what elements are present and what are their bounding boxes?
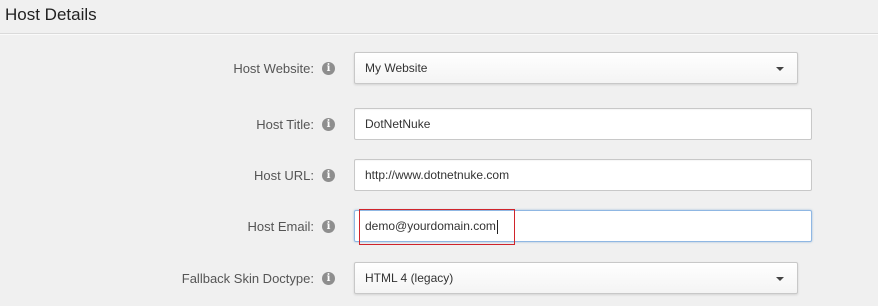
host-title-input[interactable]: DotNetNuke (354, 108, 812, 140)
host-website-value: My Website (365, 61, 428, 75)
host-website-row: Host Website: i My Website (0, 52, 878, 88)
host-email-input[interactable]: demo@yourdomain.com (354, 209, 812, 245)
host-url-value: http://www.dotnetnuke.com (365, 168, 510, 182)
host-title-row: Host Title: i DotNetNuke (0, 108, 878, 144)
info-icon[interactable]: i (322, 169, 335, 182)
section-title: Host Details (5, 5, 97, 24)
fallback-skin-doctype-value: HTML 4 (legacy) (365, 271, 454, 285)
text-cursor (496, 219, 498, 234)
host-title-value: DotNetNuke (365, 117, 431, 131)
host-url-input[interactable]: http://www.dotnetnuke.com (354, 159, 812, 191)
fallback-skin-doctype-row: Fallback Skin Doctype: i HTML 4 (legacy) (0, 262, 878, 298)
host-email-label: Host Email: (247, 219, 314, 234)
info-icon[interactable]: i (322, 220, 335, 233)
host-website-label: Host Website: (233, 61, 314, 76)
host-email-value: demo@yourdomain.com (365, 219, 496, 233)
fallback-skin-doctype-select[interactable]: HTML 4 (legacy) (354, 262, 798, 294)
info-icon[interactable]: i (322, 118, 335, 131)
info-icon[interactable]: i (322, 272, 335, 285)
chevron-down-icon (776, 67, 784, 71)
section-header: Host Details (0, 0, 878, 34)
host-email-row: Host Email: i demo@yourdomain.com (0, 209, 878, 246)
host-url-row: Host URL: i http://www.dotnetnuke.com (0, 159, 878, 195)
host-url-label: Host URL: (254, 168, 314, 183)
host-title-label: Host Title: (256, 117, 314, 132)
chevron-down-icon (776, 277, 784, 281)
info-icon[interactable]: i (322, 62, 335, 75)
fallback-skin-doctype-label: Fallback Skin Doctype: (181, 271, 314, 286)
host-website-select[interactable]: My Website (354, 52, 798, 84)
